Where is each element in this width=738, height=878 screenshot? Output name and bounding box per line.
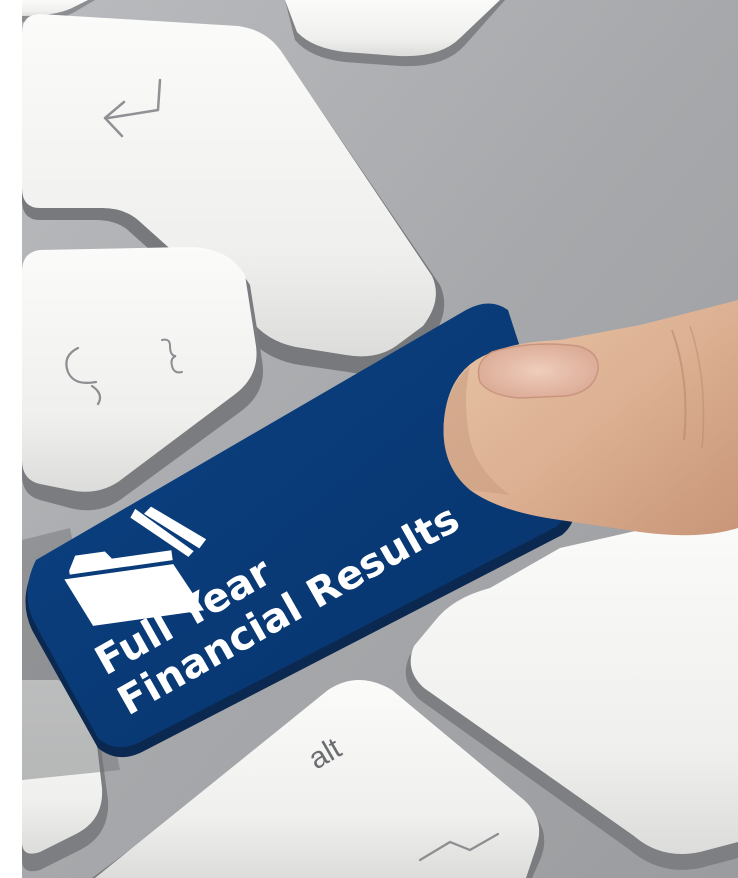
keyboard-photo: alt Full Year Financial Results <box>0 0 738 878</box>
fingernail <box>477 343 599 399</box>
